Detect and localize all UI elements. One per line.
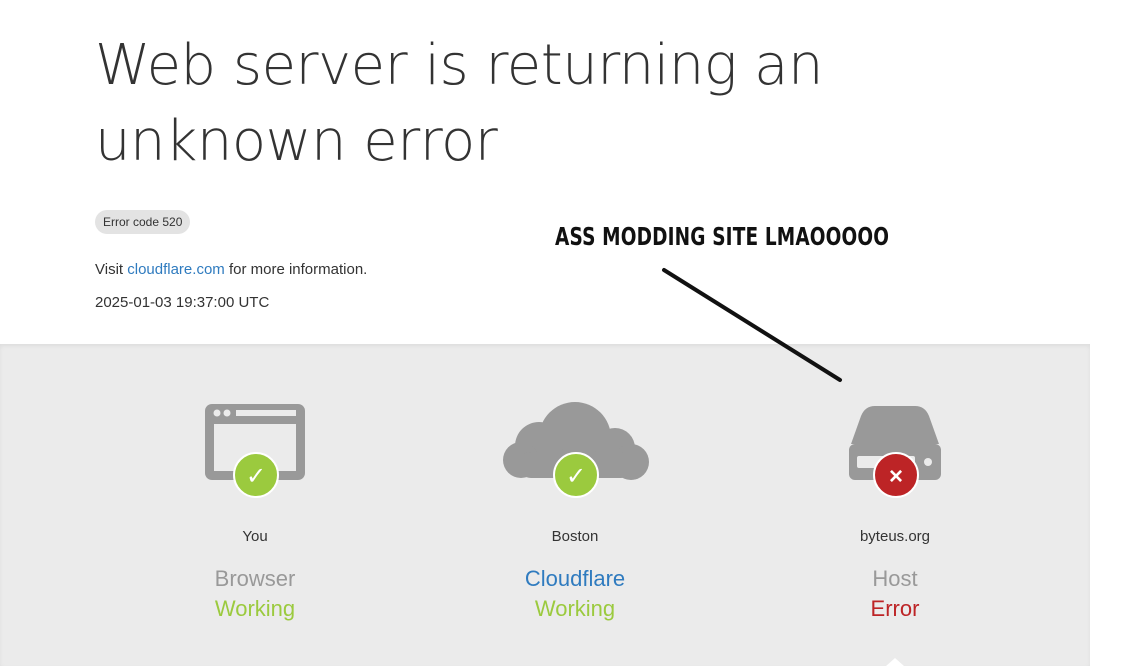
browser-icon-wrap: ✓ xyxy=(125,400,385,510)
info-suffix: for more information. xyxy=(224,261,368,278)
host-state: Error xyxy=(870,596,920,621)
more-info-text: Visit cloudflare.com for more informatio… xyxy=(95,260,390,280)
browser-state: Working xyxy=(214,596,296,621)
cloudflare-location: Boston xyxy=(551,528,599,545)
checkmark-icon: ✓ xyxy=(553,452,599,498)
page-title: Web server is returning an unknown error xyxy=(95,33,824,174)
status-column-cloudflare: ✓ Boston Cloudflare Working xyxy=(445,400,705,622)
cloudflare-kind-link[interactable]: Cloudflare xyxy=(445,566,705,592)
status-column-host: × byteus.org Host Error xyxy=(765,400,1025,622)
checkmark-icon: ✓ xyxy=(233,452,279,498)
host-kind-label: Host xyxy=(872,566,918,591)
status-column-browser: ✓ You Browser Working xyxy=(125,400,385,622)
host-location: byteus.org xyxy=(859,528,931,545)
info-prefix: Visit xyxy=(95,261,128,278)
server-icon-wrap: × xyxy=(765,400,1025,510)
error-code-badge: Error code 520 xyxy=(95,210,191,234)
cloudflare-link[interactable]: cloudflare.com xyxy=(127,261,225,278)
host-selected-caret xyxy=(886,658,904,666)
error-timestamp: 2025-01-03 19:37:00 UTC xyxy=(95,294,270,311)
cloudflare-state: Working xyxy=(534,596,616,621)
browser-location: You xyxy=(242,528,268,545)
annotation-text: ASS MODDING SITE LMAOOOOO xyxy=(555,222,890,251)
browser-kind-label: Browser xyxy=(214,566,296,591)
cloud-icon-wrap: ✓ xyxy=(445,400,705,510)
error-page: Web server is returning an unknown error… xyxy=(0,0,1148,666)
error-x-icon: × xyxy=(873,452,919,498)
